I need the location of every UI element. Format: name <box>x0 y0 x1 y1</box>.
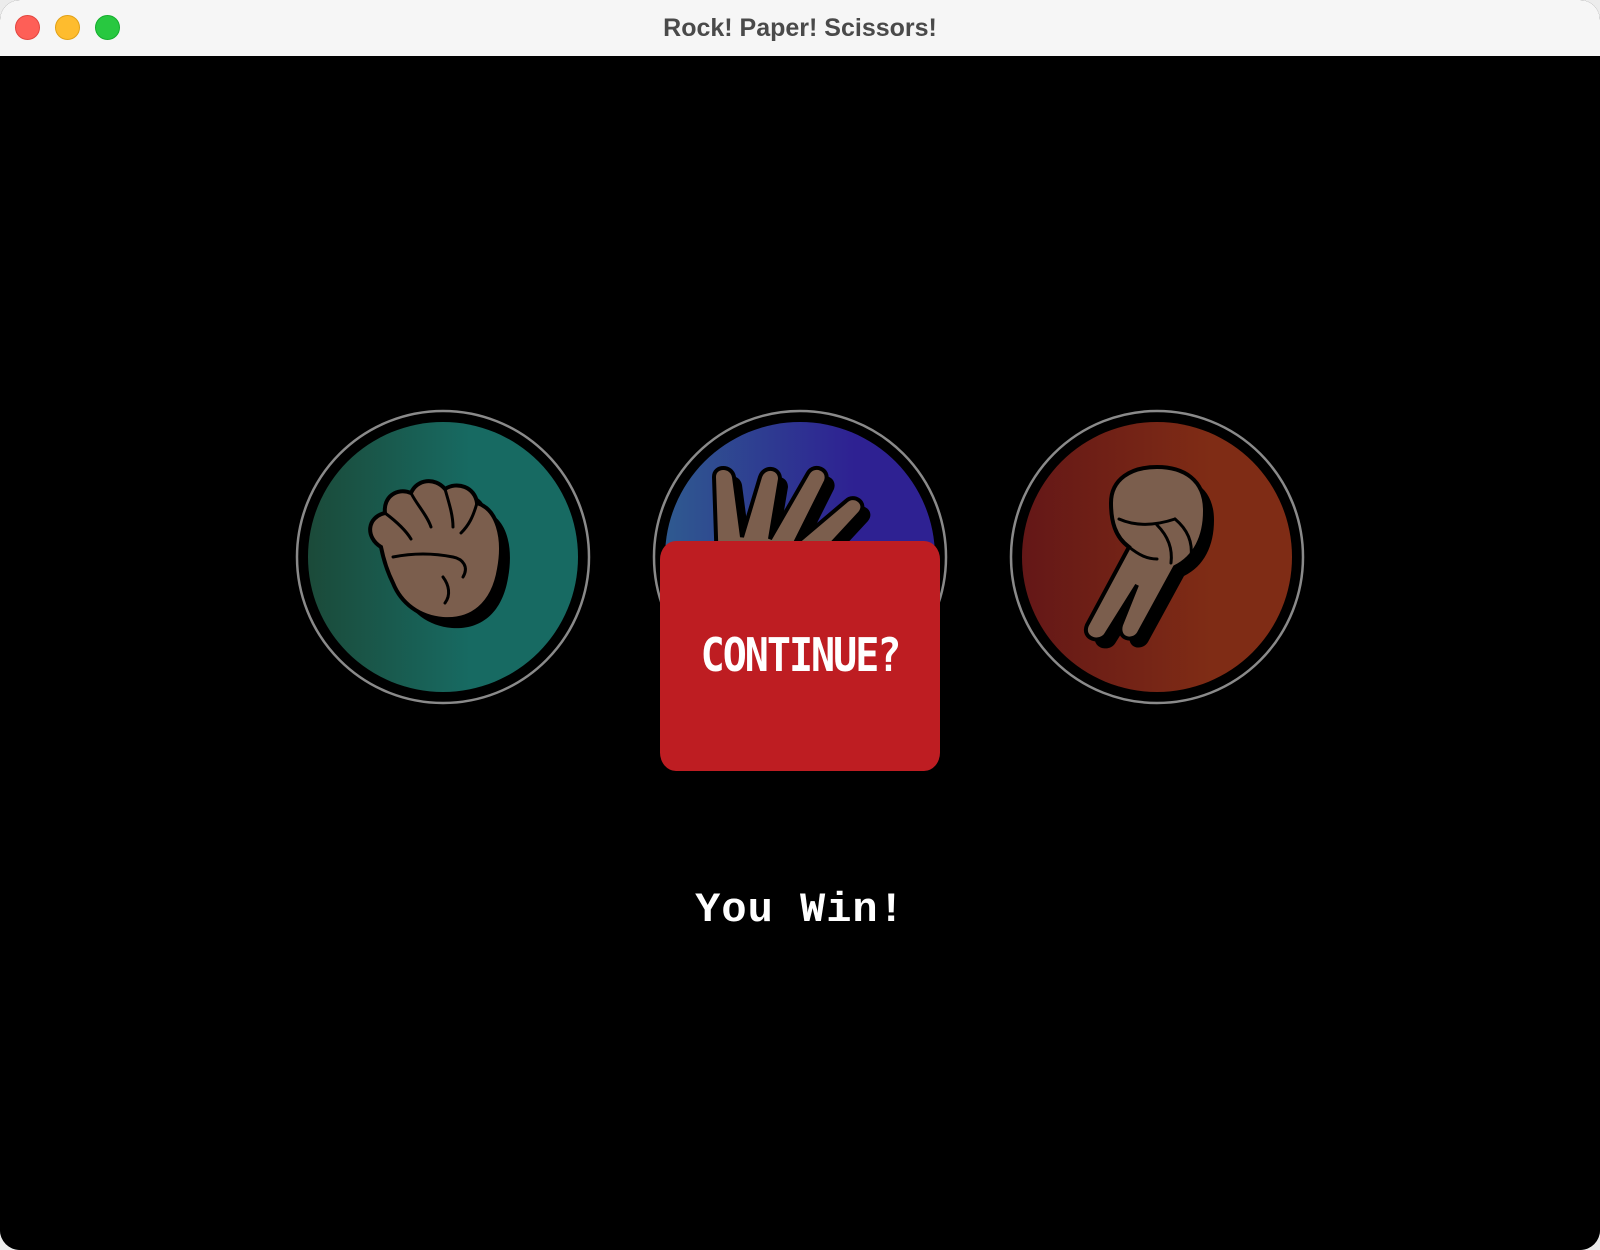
result-message: You Win! <box>695 886 905 934</box>
peace-hand-icon <box>1009 409 1305 705</box>
continue-button[interactable]: CONTINUE? <box>660 541 940 771</box>
app-window: Rock! Paper! Scissors! CONTINUE? You Win… <box>0 0 1600 1250</box>
title-bar[interactable]: Rock! Paper! Scissors! <box>0 0 1600 57</box>
fist-icon <box>295 409 591 705</box>
scissors-choice-button[interactable] <box>1007 407 1307 707</box>
rock-choice-button[interactable] <box>293 407 593 707</box>
window-title: Rock! Paper! Scissors! <box>663 14 937 42</box>
game-canvas: CONTINUE? You Win! <box>0 56 1600 1250</box>
